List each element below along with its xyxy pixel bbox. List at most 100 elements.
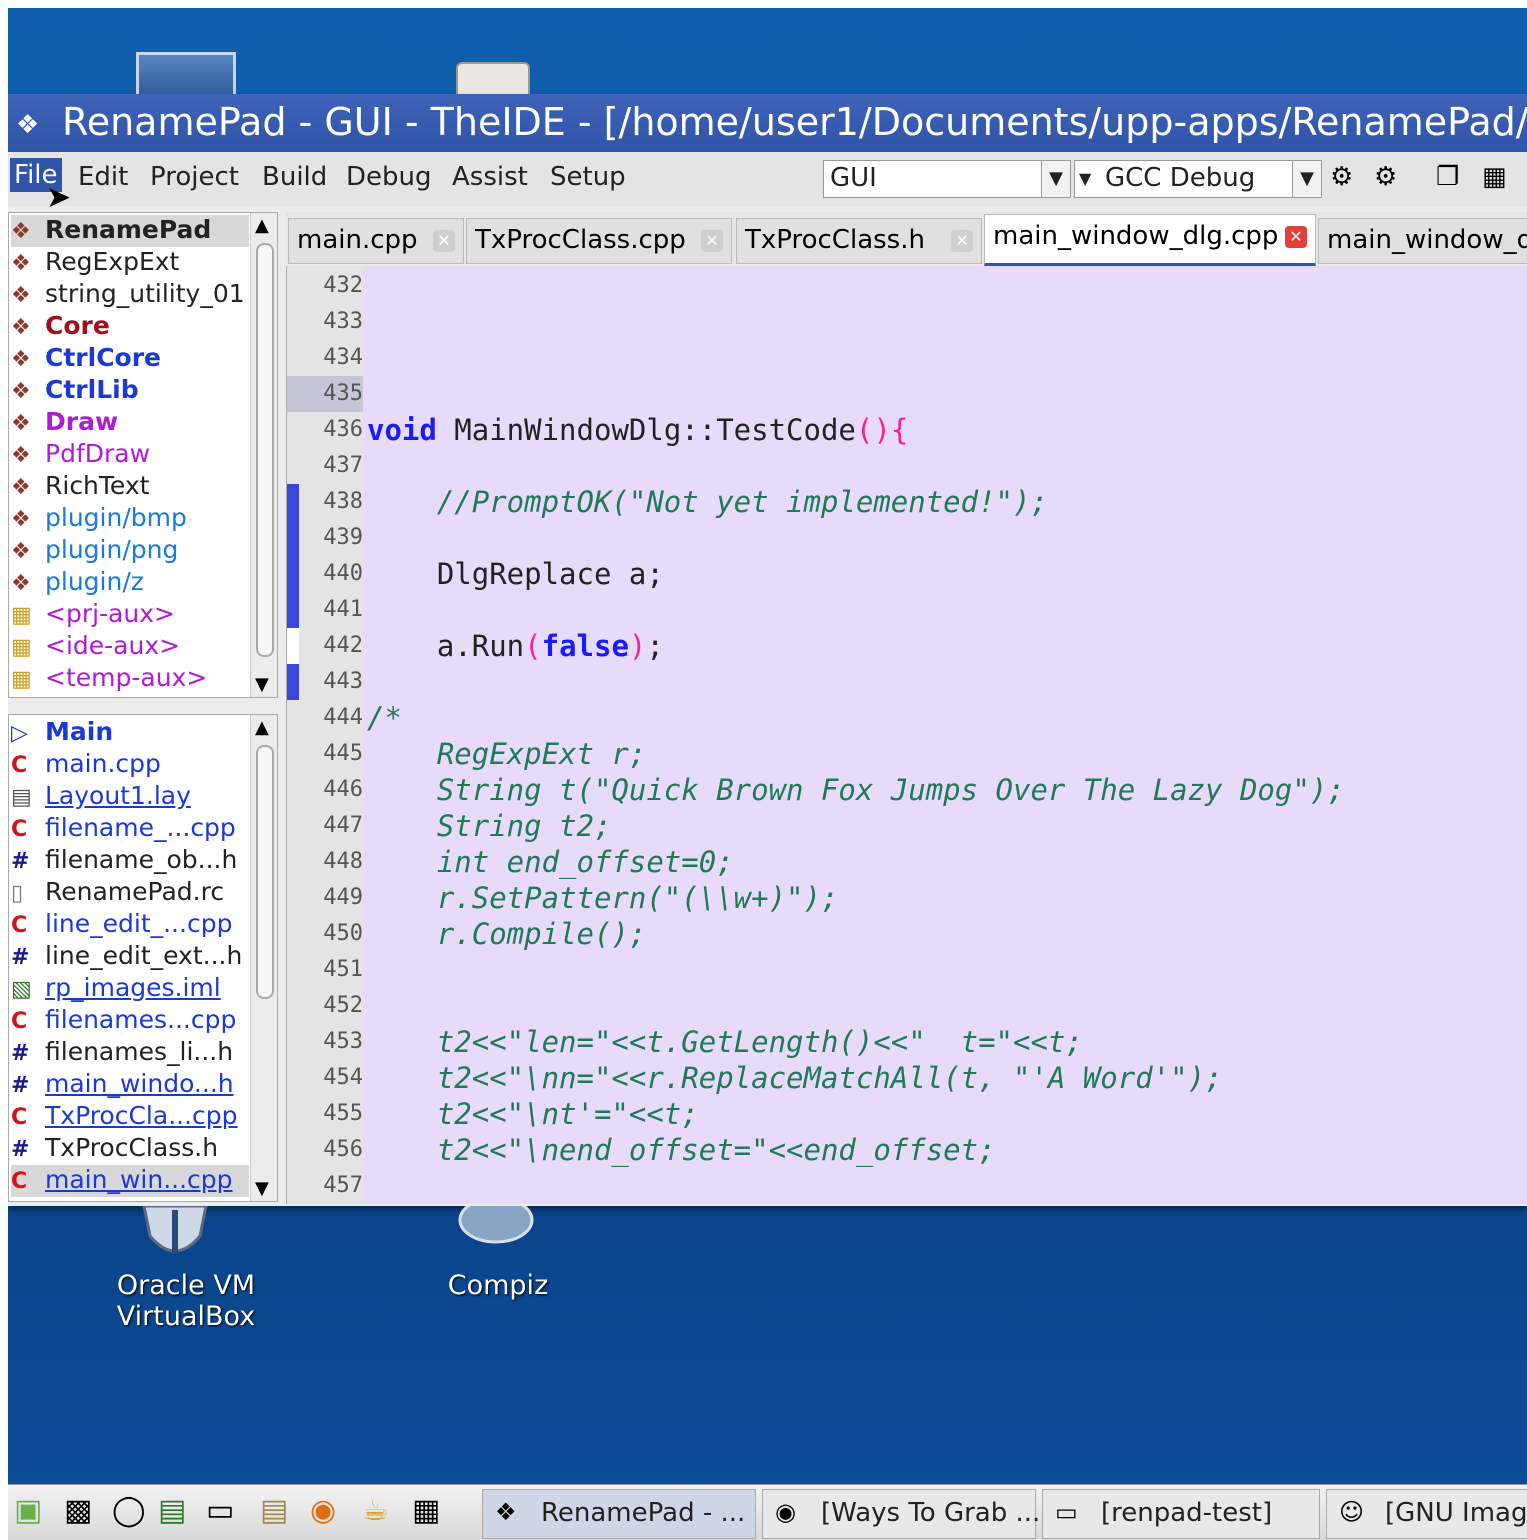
virtualbox-label[interactable]: Oracle VM VirtualBox	[106, 1270, 266, 1332]
package-icon: ❖	[11, 539, 31, 564]
code-line[interactable]: /*	[367, 700, 402, 736]
file-item[interactable]: Cline_edit_...cpp	[11, 909, 232, 941]
system-monitor-icon[interactable]: ▤	[158, 1493, 186, 1528]
package-item[interactable]: ❖ plugin/png	[11, 535, 178, 567]
title-bar[interactable]: ❖ RenamePad - GUI - TheIDE - [/home/user…	[8, 94, 1527, 152]
package-item[interactable]: ▦ <prj-aux>	[11, 599, 175, 631]
code-line[interactable]: t2<<"len="<<t.GetLength()<<" t="<<t;	[367, 1024, 1083, 1060]
package-item[interactable]: ❖ CtrlCore	[11, 343, 161, 375]
menu-setup[interactable]: Setup	[550, 162, 626, 192]
package-item[interactable]: ❖ RegExpExt	[11, 247, 179, 279]
package-item[interactable]: ❖ string_utility_01	[11, 279, 245, 311]
scroll-thumb[interactable]	[256, 243, 274, 657]
close-icon[interactable]: ✕	[433, 230, 455, 252]
notepad-icon[interactable]	[456, 62, 530, 96]
file-item[interactable]: ▤ Layout1.lay	[11, 781, 191, 813]
line-number: 444	[323, 705, 363, 730]
code-line[interactable]: RegExpExt r;	[367, 736, 647, 772]
code-line[interactable]: a.Run(false);	[367, 628, 664, 664]
tab-txprocclass-h[interactable]: TxProcClass.h ✕	[736, 218, 982, 264]
menu-project[interactable]: Project	[150, 162, 239, 192]
code-editor[interactable]: 432 433 434 435 436 437 438 439 440 441 442 443 444 4…	[286, 266, 1527, 1204]
chevron-down-icon[interactable]: ▼	[1041, 161, 1070, 197]
code-line[interactable]: void MainWindowDlg::TestCode(){	[367, 412, 908, 448]
file-item[interactable]: ▧ rp_images.iml	[11, 973, 221, 1005]
file-item[interactable]: Cfilename_...cpp	[11, 813, 236, 845]
drive-icon[interactable]: ▭	[206, 1493, 234, 1528]
chevron-down-icon[interactable]: ▼	[1292, 161, 1321, 197]
file-item[interactable]: ▯ RenamePad.rc	[11, 877, 224, 909]
file-item[interactable]: # filename_ob...h	[11, 845, 237, 877]
file-item[interactable]: Cmain.cpp	[11, 749, 161, 781]
file-manager-icon[interactable]: ▤	[260, 1493, 288, 1528]
close-icon[interactable]: ✕	[1285, 226, 1307, 248]
package-item[interactable]: ❖ PdfDraw	[11, 439, 150, 471]
compiz-label[interactable]: Compiz	[428, 1270, 568, 1301]
file-item[interactable]: # TxProcClass.h	[11, 1133, 218, 1165]
close-icon[interactable]: ✕	[701, 230, 723, 252]
menu-build[interactable]: Build	[262, 162, 327, 192]
taskbar-button[interactable]: ◉ [Ways To Grab ...	[762, 1489, 1040, 1539]
shield-icon[interactable]: ◯	[112, 1493, 146, 1528]
package-item[interactable]: ❖ CtrlLib	[11, 375, 139, 407]
taskbar-button[interactable]: ☺ [GNU Image	[1326, 1489, 1527, 1539]
teapot-icon[interactable]: ☕	[362, 1493, 389, 1528]
code-line[interactable]: r.SetPattern("(\\w+)");	[367, 880, 839, 916]
mint-menu-icon[interactable]: ▣	[14, 1493, 42, 1528]
virtualbox-icon[interactable]	[140, 1206, 210, 1262]
file-item[interactable]: Cfilenames...cpp	[11, 1005, 236, 1037]
file-item[interactable]: # line_edit_ext...h	[11, 941, 242, 973]
package-item[interactable]: ❖ plugin/bmp	[11, 503, 187, 535]
code-line[interactable]: t2<<"\nt'="<<t;	[367, 1096, 699, 1132]
doc-icon: ▯	[11, 881, 24, 906]
close-icon[interactable]: ✕	[951, 230, 973, 252]
package-item[interactable]: ❖ Draw	[11, 407, 118, 439]
code-line[interactable]: String t("Quick Brown Fox Jumps Over The…	[367, 772, 1345, 808]
config-combo[interactable]: GUI ▼	[823, 160, 1071, 198]
tab-main-window-dlg[interactable]: main_window_dlg	[1318, 218, 1527, 264]
menu-assist[interactable]: Assist	[452, 162, 528, 192]
code-line[interactable]: int end_offset=0;	[367, 844, 734, 880]
package-item[interactable]: ❖ Core	[11, 311, 110, 343]
code-line[interactable]: t2<<"\nend_offset="<<end_offset;	[367, 1132, 996, 1168]
menu-bar: File Edit Project Build Debug Assist Set…	[8, 152, 1527, 206]
code-line[interactable]: String t2;	[367, 808, 612, 844]
tab-main-window-dlg-cpp[interactable]: main_window_dlg.cpp ✕	[984, 214, 1316, 267]
package-item[interactable]: ▦ <temp-aux>	[11, 663, 207, 695]
file-item[interactable]: # filenames_li...h	[11, 1037, 233, 1069]
menu-debug[interactable]: Debug	[346, 162, 432, 192]
calendar-icon[interactable]: ▦	[1482, 162, 1507, 192]
package-item[interactable]: ❖ plugin/z	[11, 567, 144, 599]
scroll-up-icon[interactable]: ▲	[255, 717, 269, 738]
code-line[interactable]: DlgReplace a;	[367, 556, 664, 592]
code-line[interactable]: t2<<"\nn="<<r.ReplaceMatchAll(t, "'A Wor…	[367, 1060, 1223, 1096]
file-scrollbar[interactable]: ▲ ▼	[250, 715, 277, 1201]
file-item[interactable]: Cmain_win...cpp	[11, 1165, 249, 1197]
file-item[interactable]: ▷ Main	[11, 717, 113, 749]
file-item[interactable]: # main_windo...h	[11, 1069, 234, 1101]
scroll-down-icon[interactable]: ▼	[255, 674, 269, 695]
package-item[interactable]: ▦ <ide-aux>	[11, 631, 180, 663]
calculator-icon[interactable]: ▦	[412, 1493, 440, 1528]
file-item[interactable]: C TxProcCla...cpp	[11, 1101, 238, 1133]
tab-txprocclass-cpp[interactable]: TxProcClass.cpp ✕	[466, 218, 732, 264]
windows-icon[interactable]: ❐	[1436, 162, 1459, 192]
build-combo[interactable]: ▼ GCC Debug ▼	[1074, 160, 1322, 198]
scroll-up-icon[interactable]: ▲	[255, 215, 269, 236]
code-line[interactable]: //PromptOK("Not yet implemented!");	[367, 484, 1048, 520]
terminal-icon[interactable]: ▩	[64, 1493, 92, 1528]
taskbar-button[interactable]: ❖ RenamePad - ...	[482, 1489, 756, 1539]
firefox-icon[interactable]: ◉	[310, 1493, 336, 1528]
package-item[interactable]: ❖ RichText	[11, 471, 149, 503]
taskbar-button[interactable]: ▭ [renpad-test]	[1042, 1489, 1320, 1539]
scroll-down-icon[interactable]: ▼	[255, 1178, 269, 1199]
build-icon[interactable]: ⚙	[1330, 162, 1353, 192]
tab-main-cpp[interactable]: main.cpp ✕	[288, 218, 464, 264]
rebuild-icon[interactable]: ⚙	[1374, 162, 1397, 192]
code-line[interactable]: r.Compile();	[367, 916, 647, 952]
package-scrollbar[interactable]: ▲ ▼	[250, 213, 277, 697]
compiz-icon[interactable]	[454, 1206, 538, 1250]
package-item[interactable]: ❖ RenamePad	[11, 215, 249, 247]
scroll-thumb[interactable]	[256, 745, 274, 999]
menu-edit[interactable]: Edit	[78, 162, 128, 192]
